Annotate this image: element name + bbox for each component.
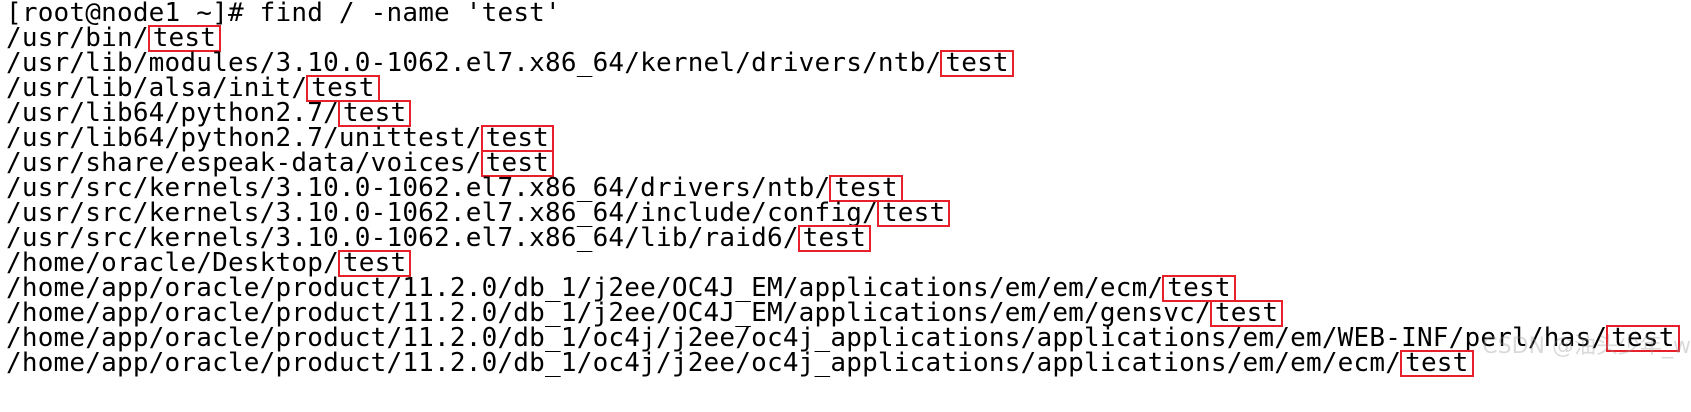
csdn-watermark: CSDN @油头少年_w (1482, 334, 1691, 359)
highlighted-match: test (1400, 350, 1474, 377)
highlighted-match: test (797, 225, 872, 252)
result-line: /home/app/oracle/product/11.2.0/db_1/oc4… (6, 350, 1474, 377)
terminal-window[interactable]: [root@node1 ~]# find / -name 'test' /usr… (0, 0, 1691, 412)
highlighted-match: test (876, 200, 951, 227)
find-command: find / -name 'test' (243, 0, 561, 28)
result-path: /home/app/oracle/product/11.2.0/db_1/oc4… (6, 348, 1402, 378)
highlighted-match: test (940, 50, 1014, 77)
